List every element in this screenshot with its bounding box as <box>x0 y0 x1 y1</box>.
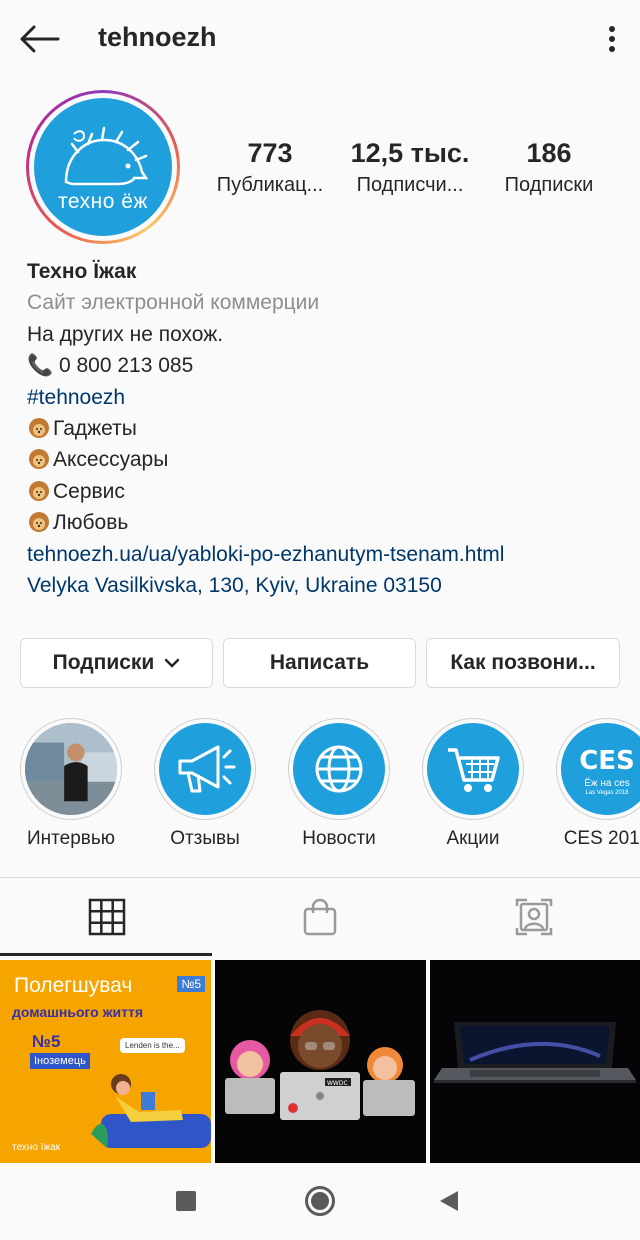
bio-item-label: Гаджеты <box>53 417 137 441</box>
highlight-label: Акции <box>446 828 500 849</box>
ces-subtitle: Ёж на ces <box>584 778 630 789</box>
posts-count[interactable]: 773 Публикац... <box>200 136 340 200</box>
back-icon[interactable] <box>438 1189 460 1213</box>
profile-avatar[interactable]: техно ёж <box>26 90 180 244</box>
post-thumbnail[interactable]: WWDC <box>215 960 426 1163</box>
hedgehog-emoji-icon <box>29 449 49 470</box>
active-tab-indicator <box>0 953 212 956</box>
profile-display-name: Техно Їжак <box>27 260 137 283</box>
hedgehog-emoji-icon <box>29 480 49 501</box>
chevron-down-icon <box>165 658 180 668</box>
ces-small-text: Las Vegas 2018 <box>585 790 629 796</box>
person-photo-thumbnail <box>25 723 117 815</box>
profile-stats: 773 Публикац... 12,5 тыс. Подписчи... 18… <box>200 136 620 206</box>
following-button-label: Подписки <box>52 651 155 674</box>
post-tag: Іноземець <box>30 1053 90 1069</box>
android-nav-bar <box>0 1163 640 1240</box>
message-button-label: Написать <box>269 651 370 674</box>
post-number: №5 <box>32 1032 61 1051</box>
bio-address-link[interactable]: Velyka Vasilkivska, 130, Kyiv, Ukraine 0… <box>27 570 627 601</box>
following-count[interactable]: 186 Подписки <box>482 136 616 200</box>
top-bar: tehnoezh <box>0 0 640 78</box>
followers-count[interactable]: 12,5 тыс. Подписчи... <box>340 136 480 200</box>
hedgehog-logo-icon <box>64 126 148 186</box>
highlight-interview[interactable]: Интервью <box>19 718 123 850</box>
post-title: Полегшувач <box>14 974 133 997</box>
call-button[interactable]: Как позвони... <box>426 638 620 688</box>
woman-on-sofa-illustration <box>91 1074 211 1148</box>
profile-username: tehnoezh <box>98 22 217 52</box>
grid-icon <box>88 898 125 936</box>
arrow-left-icon[interactable] <box>14 18 64 60</box>
post-thumbnail[interactable]: Полегшувач №5 домашнього життя №5 Інозем… <box>0 960 211 1163</box>
message-button[interactable]: Написать <box>223 638 416 688</box>
highlight-reviews[interactable]: Отзывы <box>153 718 257 850</box>
followers-count-value: 12,5 тыс. <box>350 138 470 168</box>
post-speech: Lenden is the... <box>120 1038 185 1053</box>
post-thumbnail[interactable] <box>430 960 640 1163</box>
bio-item-label: Сервис <box>53 479 125 503</box>
highlight-label: Новости <box>302 828 376 849</box>
following-count-label: Подписки <box>504 174 594 196</box>
followers-count-label: Подписчи... <box>356 174 464 196</box>
bio-hashtag[interactable]: #tehnoezh <box>27 382 627 413</box>
following-button[interactable]: Подписки <box>20 638 213 688</box>
cart-icon <box>448 748 500 792</box>
profile-category: Сайт электронной коммерции <box>27 291 320 315</box>
post-badge: №5 <box>177 976 205 992</box>
hedgehog-emoji-icon <box>29 512 49 533</box>
recents-icon[interactable] <box>176 1191 196 1211</box>
highlight-label: CES 2018 <box>563 828 640 849</box>
bio-item: Любовь <box>27 507 627 538</box>
sticker-text: WWDC <box>327 1080 348 1087</box>
bio-phone[interactable]: 📞 0 800 213 085 <box>27 350 627 381</box>
post-logo: техно їжак <box>12 1142 61 1153</box>
macbook-laptop-illustration <box>434 1022 636 1083</box>
highlight-news[interactable]: Новости <box>287 718 391 850</box>
posts-count-label: Публикац... <box>216 174 324 196</box>
tab-tagged[interactable] <box>427 878 640 956</box>
bio-tagline: На других не похож. <box>27 322 224 346</box>
call-button-label: Как позвони... <box>450 651 596 674</box>
bio-item-label: Аксессуары <box>53 448 169 472</box>
highlight-ces[interactable]: CES Ёж на ces Las Vegas 2018 CES 2018 <box>555 718 640 850</box>
bio-website-link[interactable]: tehnoezh.ua/ua/yabloki-po-ezhanutym-tsen… <box>27 539 627 570</box>
more-vertical-icon[interactable] <box>602 22 622 56</box>
megaphone-icon <box>178 745 236 793</box>
following-count-value: 186 <box>526 138 572 168</box>
globe-icon <box>315 745 363 793</box>
highlight-sales[interactable]: Акции <box>421 718 525 850</box>
tagged-icon <box>515 898 552 936</box>
bio-item-label: Любовь <box>53 511 129 535</box>
home-icon[interactable] <box>305 1186 335 1216</box>
shop-bag-icon <box>303 898 336 936</box>
highlight-label: Отзывы <box>170 828 240 849</box>
memoji-laptops-illustration: WWDC <box>225 1010 415 1120</box>
post-subtitle: домашнього життя <box>12 1004 143 1020</box>
profile-bio: Техно Їжак Сайт электронной коммерции На… <box>27 256 627 601</box>
ces-logo-text: CES <box>579 746 635 776</box>
posts-count-value: 773 <box>247 138 293 168</box>
highlight-label: Интервью <box>26 828 115 849</box>
tab-shop[interactable] <box>213 878 426 956</box>
bio-item: Сервис <box>27 476 627 507</box>
bio-item: Аксессуары <box>27 444 627 475</box>
hedgehog-emoji-icon <box>29 418 49 439</box>
bio-item: Гаджеты <box>27 413 627 444</box>
avatar-brand-text: техно ёж <box>58 190 148 213</box>
tab-grid[interactable] <box>0 878 213 956</box>
